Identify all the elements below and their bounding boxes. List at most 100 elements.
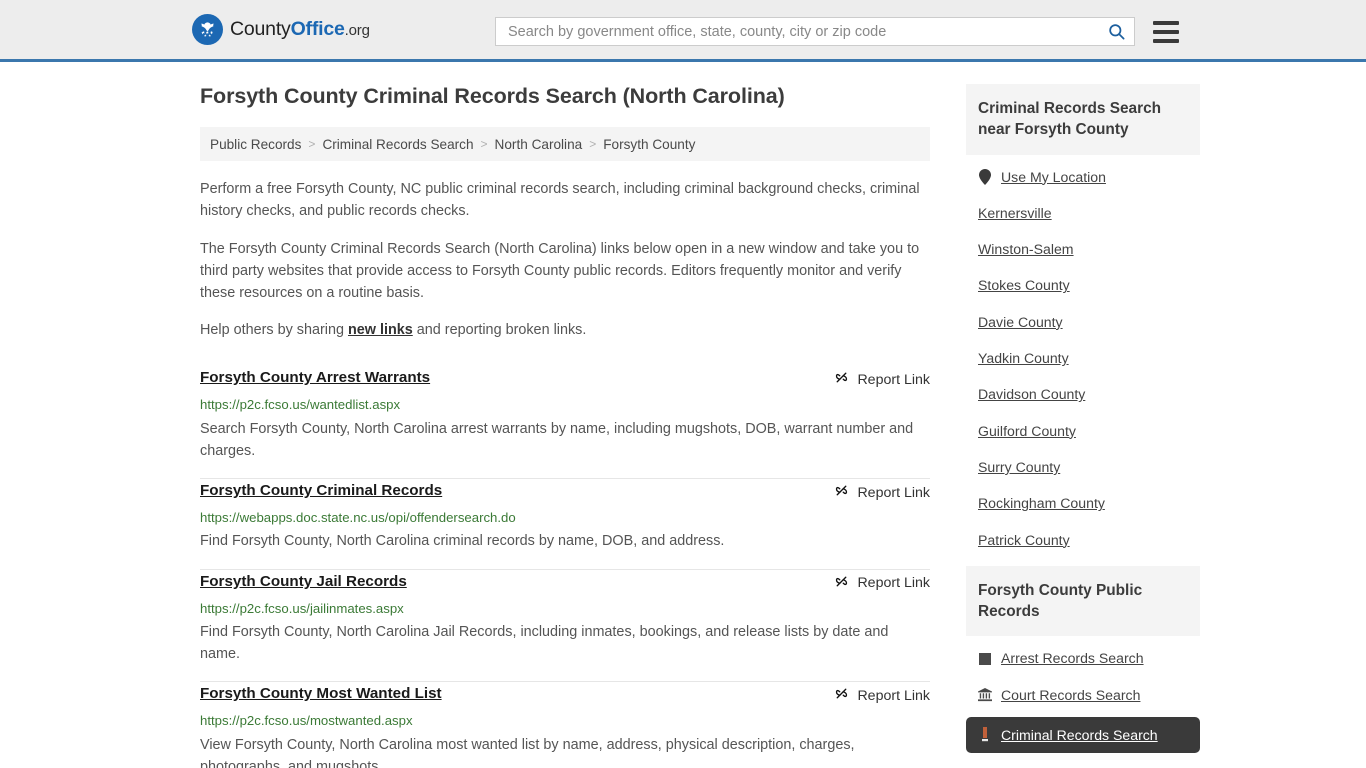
sidebar-link-label[interactable]: Criminal Records Search (1001, 726, 1158, 744)
result-item: Forsyth County Arrest Warrants Report Li… (200, 364, 930, 480)
site-header: CountyOffice.org (0, 0, 1366, 62)
result-item: Forsyth County Most Wanted List Report L… (200, 682, 930, 768)
sidebar: Criminal Records Search near Forsyth Cou… (966, 84, 1200, 768)
fingerprint-square-icon (978, 652, 992, 665)
logo-wordmark: CountyOffice.org (230, 18, 370, 41)
public-records-card: Forsyth County Public Records Arrest Rec… (966, 565, 1200, 754)
sidebar-item-guilford-county[interactable]: Guilford County (966, 413, 1200, 449)
sidebar-link-label[interactable]: Court Records Search (1001, 686, 1140, 704)
courthouse-icon (978, 687, 992, 702)
sidebar-item-use-my-location[interactable]: Use My Location (966, 159, 1200, 195)
hamburger-menu-icon[interactable] (1153, 20, 1179, 43)
breadcrumb-item-public-records[interactable]: Public Records (210, 137, 301, 152)
search-input[interactable] (506, 22, 1107, 41)
hamburger-bar (1153, 20, 1179, 25)
sidebar-link-label[interactable]: Kernersville (978, 204, 1052, 222)
result-header: Forsyth County Jail Records Report Link (200, 572, 930, 594)
report-link-button[interactable]: Report Link (833, 481, 930, 503)
sidebar-link-label[interactable]: Surry County (978, 458, 1060, 476)
nearby-searches-header: Criminal Records Search near Forsyth Cou… (966, 84, 1200, 155)
logo-text-county: County (230, 18, 291, 40)
broken-link-icon (833, 482, 850, 503)
sidebar-link-label[interactable]: Guilford County (978, 422, 1076, 440)
sidebar-item-court-records-search[interactable]: Court Records Search (966, 677, 1200, 713)
result-url: https://p2c.fcso.us/mostwanted.aspx (200, 713, 413, 729)
sidebar-link-label[interactable]: Yadkin County (978, 349, 1069, 367)
result-title-link[interactable]: Forsyth County Most Wanted List (200, 684, 442, 705)
breadcrumb-item-forsyth-county[interactable]: Forsyth County (603, 137, 695, 152)
sidebar-item-arrest-records-search[interactable]: Arrest Records Search (966, 640, 1200, 676)
broken-link-icon (833, 685, 850, 706)
sidebar-link-label[interactable]: Rockingham County (978, 494, 1105, 512)
public-records-header: Forsyth County Public Records (966, 565, 1200, 637)
breadcrumb: Public Records > Criminal Records Search… (200, 127, 930, 161)
intro-paragraph-3: Help others by sharing new links and rep… (200, 320, 930, 342)
result-url: https://webapps.doc.state.nc.us/opi/offe… (200, 510, 516, 526)
report-link-button[interactable]: Report Link (833, 572, 930, 594)
results-list: Forsyth County Arrest Warrants Report Li… (200, 364, 930, 768)
gavel-icon (978, 727, 992, 743)
site-logo[interactable]: CountyOffice.org (192, 14, 370, 45)
result-header: Forsyth County Criminal Records Report L… (200, 481, 930, 503)
result-description: View Forsyth County, North Carolina most… (200, 736, 855, 768)
page-title: Forsyth County Criminal Records Search (… (200, 84, 785, 108)
report-link-label: Report Link (857, 371, 930, 388)
fingerprint-square-glyph (979, 652, 991, 665)
logo-text-tld: .org (344, 22, 370, 39)
result-item: Forsyth County Criminal Records Report L… (200, 479, 930, 570)
sidebar-link-label[interactable]: Davidson County (978, 385, 1085, 403)
main-content-column: Forsyth County Criminal Records Search (… (200, 84, 930, 768)
eagle-shield-icon (192, 14, 223, 45)
result-title-link[interactable]: Forsyth County Arrest Warrants (200, 368, 430, 389)
broken-link-icon (833, 369, 850, 390)
report-link-button[interactable]: Report Link (833, 368, 930, 390)
sidebar-item-criminal-records-search[interactable]: Criminal Records Search (966, 717, 1200, 754)
result-item: Forsyth County Jail Records Report Link … (200, 570, 930, 683)
hamburger-bar (1153, 29, 1179, 34)
sidebar-item-kernersville[interactable]: Kernersville (966, 195, 1200, 231)
sidebar-item-davie-county[interactable]: Davie County (966, 304, 1200, 340)
search-box[interactable] (495, 17, 1135, 46)
sidebar-link-label[interactable]: Stokes County (978, 276, 1070, 294)
new-links-link[interactable]: new links (348, 322, 413, 338)
nearby-searches-card: Criminal Records Search near Forsyth Cou… (966, 84, 1200, 558)
nearby-searches-list: Use My Location Kernersville Winston-Sal… (966, 155, 1200, 558)
breadcrumb-separator: > (480, 137, 488, 151)
broken-link-icon (833, 573, 850, 594)
result-description: Find Forsyth County, North Carolina Jail… (200, 623, 889, 663)
result-url: https://p2c.fcso.us/jailinmates.aspx (200, 600, 404, 616)
sidebar-item-winston-salem[interactable]: Winston-Salem (966, 231, 1200, 267)
intro-p3-after: and reporting broken links. (412, 322, 587, 339)
sidebar-item-patrick-county[interactable]: Patrick County (966, 522, 1200, 558)
sidebar-item-davidson-county[interactable]: Davidson County (966, 376, 1200, 412)
breadcrumb-item-criminal-records-search[interactable]: Criminal Records Search (322, 137, 473, 152)
sidebar-item-stokes-county[interactable]: Stokes County (966, 267, 1200, 303)
sidebar-item-rockingham-county[interactable]: Rockingham County (966, 485, 1200, 521)
breadcrumb-item-north-carolina[interactable]: North Carolina (495, 137, 583, 152)
sidebar-link-label[interactable]: Arrest Records Search (1001, 649, 1144, 667)
report-link-label: Report Link (857, 484, 930, 501)
intro-text: Perform a free Forsyth County, NC public… (200, 179, 930, 342)
intro-p3-before: Help others by sharing (200, 322, 348, 339)
sidebar-link-label[interactable]: Patrick County (978, 531, 1070, 549)
breadcrumb-separator: > (589, 137, 597, 151)
result-title-link[interactable]: Forsyth County Jail Records (200, 572, 407, 593)
result-url: https://p2c.fcso.us/wantedlist.aspx (200, 397, 401, 413)
result-description: Find Forsyth County, North Carolina crim… (200, 533, 725, 550)
search-icon[interactable] (1107, 22, 1126, 41)
sidebar-item-yadkin-county[interactable]: Yadkin County (966, 340, 1200, 376)
logo-text-office: Office (290, 18, 345, 40)
public-records-list: Arrest Records Search Court Records Sear… (966, 636, 1200, 754)
sidebar-link-label[interactable]: Winston-Salem (978, 240, 1074, 258)
result-title-link[interactable]: Forsyth County Criminal Records (200, 481, 442, 502)
report-link-button[interactable]: Report Link (833, 684, 930, 706)
sidebar-item-surry-county[interactable]: Surry County (966, 449, 1200, 485)
page-container: Forsyth County Criminal Records Search (… (200, 84, 1200, 768)
result-header: Forsyth County Most Wanted List Report L… (200, 684, 930, 706)
location-pin-icon (978, 168, 992, 185)
hamburger-bar (1153, 38, 1179, 43)
sidebar-link-label[interactable]: Davie County (978, 313, 1063, 331)
intro-paragraph-1: Perform a free Forsyth County, NC public… (200, 181, 920, 219)
sidebar-link-label[interactable]: Use My Location (1001, 168, 1106, 186)
result-description: Search Forsyth County, North Carolina ar… (200, 420, 914, 459)
